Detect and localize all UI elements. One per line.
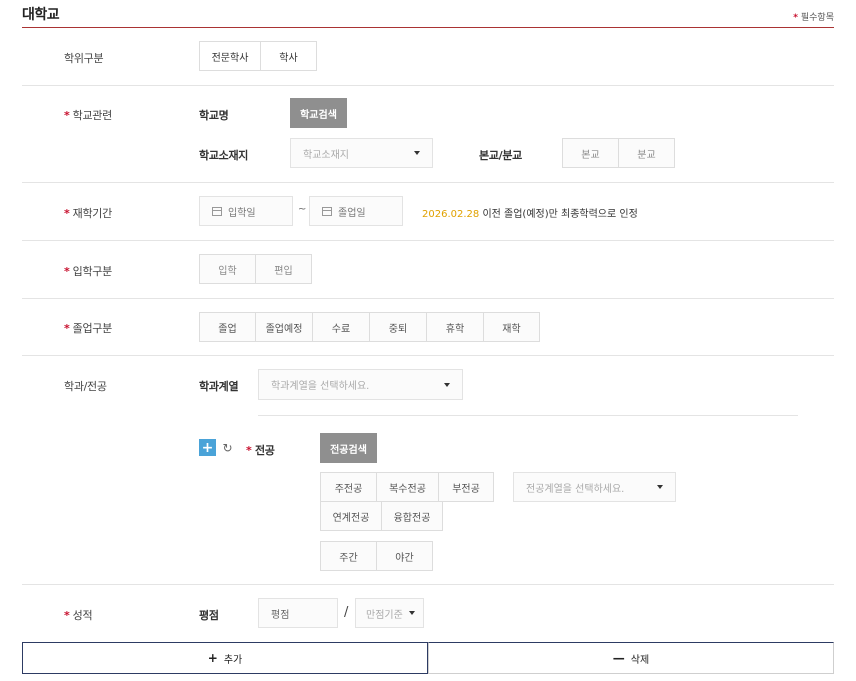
gpa-input[interactable]: 평점 — [258, 598, 338, 628]
required-star: * — [64, 109, 70, 122]
admission-segment: 입학 편입 — [199, 254, 312, 284]
graduation-option-completed[interactable]: 수료 — [312, 312, 370, 342]
plus-icon: + — [201, 439, 214, 456]
divider — [22, 182, 834, 183]
major-search-button[interactable]: 전공검색 — [320, 433, 377, 463]
admission-label: * 입학구분 — [64, 263, 112, 279]
graduation-label-text: 졸업구분 — [72, 322, 113, 335]
degree-option-associate[interactable]: 전문학사 — [199, 41, 261, 71]
gpa-slash: / — [344, 605, 349, 620]
major-label: * 전공 — [246, 442, 275, 458]
notice-text: 이전 졸업(예정)만 최종학력으로 인정 — [479, 209, 638, 220]
degree-segment: 전문학사 학사 — [199, 41, 317, 71]
major-field-select[interactable]: 전공계열을 선택하세요. — [513, 472, 676, 502]
graduation-option-dropout[interactable]: 중퇴 — [369, 312, 427, 342]
divider — [22, 240, 834, 241]
major-section-label: 학과/전공 — [64, 380, 107, 393]
major-category-placeholder: 학과계열을 선택하세요. — [271, 381, 370, 392]
required-star: * — [64, 207, 70, 220]
major-field-placeholder: 전공계열을 선택하세요. — [526, 483, 625, 495]
period-label: * 재학기간 — [64, 205, 112, 221]
add-major-button[interactable]: + — [199, 439, 216, 456]
add-button[interactable]: + 추가 — [22, 642, 428, 674]
calendar-icon — [322, 206, 332, 216]
major-type-segment-2: 연계전공 융합전공 — [320, 501, 443, 531]
grade-label: * 성적 — [64, 607, 93, 623]
time-option-day[interactable]: 주간 — [320, 541, 377, 571]
major-category-select[interactable]: 학과계열을 선택하세요. — [258, 369, 463, 400]
required-star: * — [64, 265, 70, 278]
page-title: 대학교 — [22, 7, 60, 23]
school-location-select[interactable]: 학교소재지 — [290, 138, 433, 168]
graduation-option-graduated[interactable]: 졸업 — [199, 312, 256, 342]
delete-button[interactable]: — 삭제 — [428, 642, 834, 674]
required-note-text: 필수항목 — [800, 13, 834, 23]
grade-label-text: 성적 — [72, 609, 93, 622]
graduation-option-enrolled[interactable]: 재학 — [483, 312, 540, 342]
graduation-option-expected[interactable]: 졸업예정 — [255, 312, 313, 342]
school-label: * 학교관련 — [64, 107, 112, 123]
campus-segment: 본교 분교 — [562, 138, 675, 168]
gpa-label: 평점 — [199, 609, 219, 622]
chevron-down-icon — [444, 382, 450, 387]
chevron-down-icon — [657, 485, 663, 489]
required-note: * 필수항목 — [793, 10, 834, 23]
refresh-icon[interactable]: ↻ — [219, 439, 236, 456]
divider — [22, 298, 834, 299]
notice-date: 2026.02.28 — [422, 209, 480, 220]
plus-icon: + — [207, 651, 218, 665]
school-search-button[interactable]: 학교검색 — [290, 98, 347, 128]
divider — [22, 85, 834, 86]
minus-icon: — — [612, 651, 625, 665]
gpa-scale-placeholder: 만점기준 — [366, 609, 403, 621]
delete-button-label: 삭제 — [630, 654, 650, 666]
major-type-segment-1: 주전공 복수전공 부전공 — [320, 472, 494, 502]
campus-option-main[interactable]: 본교 — [562, 138, 619, 168]
date-separator: ~ — [298, 204, 307, 215]
degree-option-bachelor[interactable]: 학사 — [260, 41, 317, 71]
start-date-input[interactable]: 입학일 — [199, 196, 293, 226]
graduation-notice: 2026.02.28 이전 졸업(예정)만 최종학력으로 인정 — [422, 205, 638, 220]
major-type-minor[interactable]: 부전공 — [438, 472, 494, 502]
required-star: * — [64, 609, 70, 622]
major-type-linked[interactable]: 연계전공 — [320, 501, 382, 531]
divider — [22, 584, 834, 585]
required-star: * — [793, 13, 798, 23]
end-date-input[interactable]: 졸업일 — [309, 196, 403, 226]
degree-label: 학위구분 — [64, 52, 104, 65]
required-star: * — [246, 444, 252, 457]
campus-option-branch[interactable]: 분교 — [618, 138, 675, 168]
required-star: * — [64, 322, 70, 335]
graduation-label: * 졸업구분 — [64, 320, 112, 336]
major-type-primary[interactable]: 주전공 — [320, 472, 377, 502]
campus-label: 본교/분교 — [479, 149, 522, 162]
admission-label-text: 입학구분 — [72, 265, 113, 278]
start-date-placeholder: 입학일 — [228, 207, 256, 219]
chevron-down-icon — [409, 611, 415, 615]
time-option-night[interactable]: 야간 — [376, 541, 433, 571]
divider — [22, 355, 834, 356]
admission-option-entrance[interactable]: 입학 — [199, 254, 256, 284]
gpa-scale-select[interactable]: 만점기준 — [355, 598, 424, 628]
divider — [258, 415, 798, 416]
school-location-placeholder: 학교소재지 — [303, 149, 349, 161]
period-label-text: 재학기간 — [72, 207, 113, 220]
graduation-option-leave[interactable]: 휴학 — [426, 312, 484, 342]
header-divider — [22, 27, 834, 28]
major-type-convergence[interactable]: 융합전공 — [381, 501, 443, 531]
add-button-label: 추가 — [223, 654, 243, 666]
school-location-label: 학교소재지 — [199, 149, 249, 162]
graduation-segment: 졸업 졸업예정 수료 중퇴 휴학 재학 — [199, 312, 540, 342]
school-label-text: 학교관련 — [72, 109, 113, 122]
end-date-placeholder: 졸업일 — [338, 207, 366, 219]
school-name-label: 학교명 — [199, 109, 229, 122]
chevron-down-icon — [414, 151, 420, 155]
major-type-double[interactable]: 복수전공 — [376, 472, 439, 502]
major-category-label: 학과계열 — [199, 380, 239, 393]
time-segment: 주간 야간 — [320, 541, 433, 571]
major-label-text: 전공 — [254, 444, 275, 457]
admission-option-transfer[interactable]: 편입 — [255, 254, 312, 284]
calendar-icon — [212, 206, 222, 216]
